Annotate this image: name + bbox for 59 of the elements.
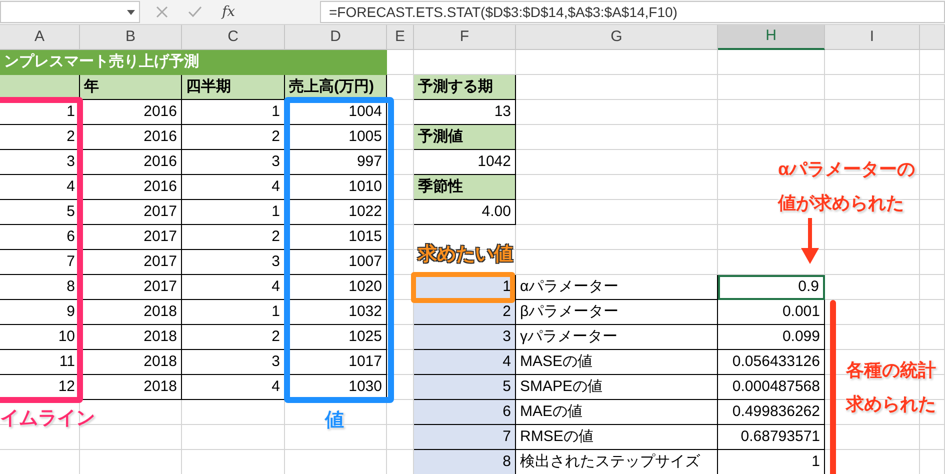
field-label: 予測値	[414, 125, 516, 150]
table-cell: MAEの値	[516, 400, 718, 425]
column-heading: 四半期	[182, 75, 285, 100]
table-cell: 13	[414, 100, 516, 125]
table-cell: 0.099	[718, 325, 825, 350]
table-cell: αパラメーター	[516, 275, 718, 300]
table-cell: 2017	[80, 200, 182, 225]
table-cell: 1042	[414, 150, 516, 175]
column-header[interactable]: I	[825, 25, 920, 50]
table-cell: 2018	[80, 350, 182, 375]
table-cell: 2017	[80, 250, 182, 275]
table-cell: 1	[182, 100, 285, 125]
formula-field[interactable]: =FORECAST.ETS.STAT($D$3:$D$14,$A$3:$A$14,F10)	[320, 1, 945, 23]
caret-icon	[127, 10, 135, 14]
table-cell: 0.499836262	[718, 400, 825, 425]
table-cell: MASEの値	[516, 350, 718, 375]
table-cell: γパラメーター	[516, 325, 718, 350]
column-header[interactable]: E	[387, 25, 414, 50]
table-cell: 0.001	[718, 300, 825, 325]
target-label: 求めたい値	[418, 243, 513, 267]
timeline-label: イムライン	[0, 407, 95, 431]
table-cell: 5	[414, 375, 516, 400]
value-label: 値	[325, 409, 344, 433]
check-icon[interactable]	[188, 6, 202, 18]
table-cell: RMSEの値	[516, 425, 718, 450]
table-cell: 2016	[80, 125, 182, 150]
table-cell: 6	[414, 400, 516, 425]
field-label: 季節性	[414, 175, 516, 200]
annotation-note: αパラメーターの 値が求められた	[778, 158, 916, 215]
column-header[interactable]	[920, 25, 945, 50]
cancel-icon[interactable]	[156, 6, 168, 18]
table-cell: 2016	[80, 100, 182, 125]
table-cell: 0.000487568	[718, 375, 825, 400]
column-header[interactable]: F	[414, 25, 516, 50]
table-cell: 2016	[80, 150, 182, 175]
column-header[interactable]: H	[718, 25, 825, 50]
table-cell: βパラメーター	[516, 300, 718, 325]
table-cell: 2018	[80, 325, 182, 350]
column-heading: 年	[80, 75, 182, 100]
sheet-title: ンプレスマート売り上げ予測	[0, 50, 387, 75]
down-arrow	[801, 218, 819, 264]
table-cell: 0.68793571	[718, 425, 825, 450]
table-cell: 2017	[80, 275, 182, 300]
table-cell: SMAPEの値	[516, 375, 718, 400]
table-cell: 8	[414, 450, 516, 474]
selected-cell: 0.9	[718, 275, 825, 300]
table-cell: 4.00	[414, 200, 516, 225]
field-label: 予測する期	[414, 75, 516, 100]
table-cell: 2017	[80, 225, 182, 250]
table-cell: 4	[414, 350, 516, 375]
table-cell: 7	[414, 425, 516, 450]
table-cell: 2016	[80, 175, 182, 200]
table-cell: 0.056433126	[718, 350, 825, 375]
insert-function-button[interactable]: fx	[222, 2, 236, 22]
table-cell: 2018	[80, 300, 182, 325]
annotation-note: 各種の統計 求められた	[846, 359, 936, 416]
name-box[interactable]	[0, 1, 140, 23]
table-cell: 3	[414, 325, 516, 350]
table-cell: 2018	[80, 375, 182, 400]
